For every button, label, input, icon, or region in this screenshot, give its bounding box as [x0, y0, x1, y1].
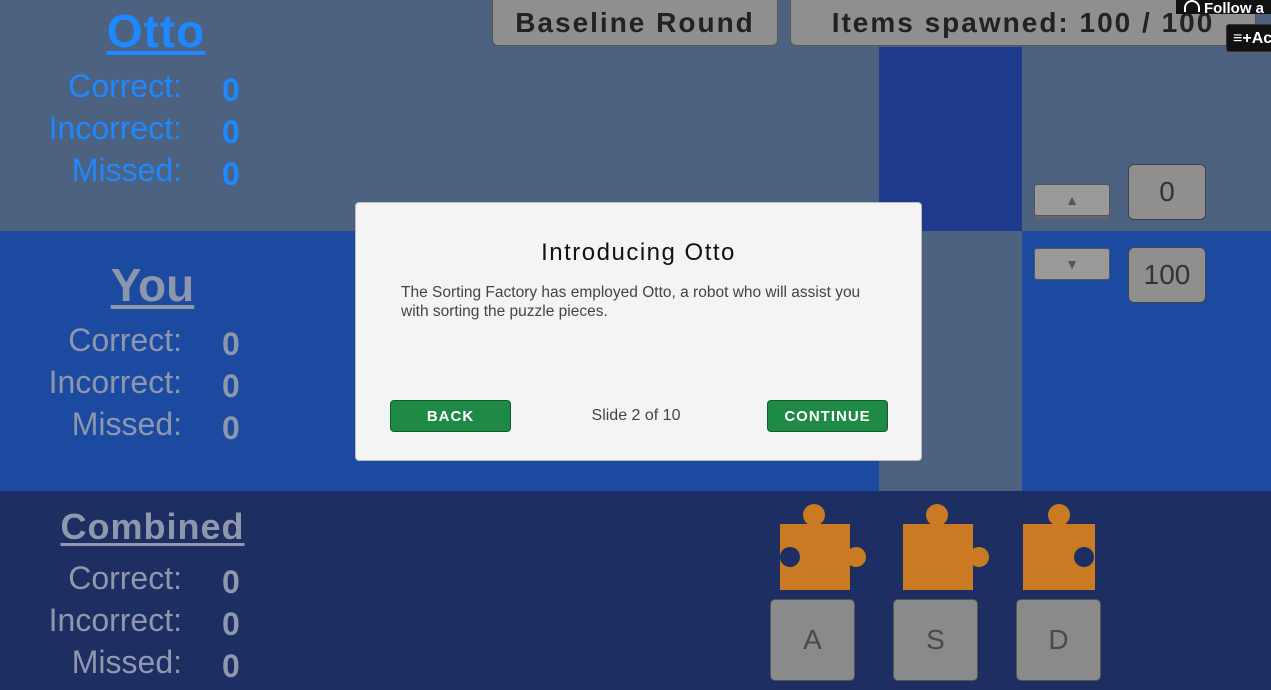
incorrect-count: 0 [222, 114, 240, 150]
modal-title: Introducing Otto [541, 239, 736, 266]
chevron-down-icon: ▼ [1065, 256, 1079, 272]
correct-label: Correct: [68, 560, 182, 596]
incorrect-count: 0 [222, 368, 240, 404]
follow-button[interactable]: Follow a [1176, 0, 1271, 14]
intro-modal: Introducing Otto The Sorting Factory has… [355, 202, 922, 461]
otto-title: Otto [106, 5, 206, 57]
puzzle-piece-s-icon [903, 504, 989, 590]
correct-count: 0 [222, 326, 240, 362]
you-stats: You Correct: 0 Incorrect: 0 Missed: 0 [0, 258, 310, 448]
missed-label: Missed: [71, 152, 182, 188]
max-value-box: 100 [1128, 247, 1206, 303]
you-title: You [110, 259, 195, 311]
decrease-button[interactable]: ▼ [1034, 248, 1110, 280]
correct-label: Correct: [68, 322, 182, 358]
combined-stats: Combined Correct: 0 Incorrect: 0 Missed: 0 [0, 506, 310, 686]
otto-stats: Otto Correct: 0 Incorrect: 0 Missed: 0 [0, 4, 310, 194]
missed-count: 0 [222, 156, 240, 192]
incorrect-label: Incorrect: [48, 602, 182, 638]
puzzle-piece-a-icon [780, 504, 866, 590]
chevron-up-icon: ▲ [1065, 192, 1079, 208]
min-value-box: 0 [1128, 164, 1206, 220]
correct-count: 0 [222, 72, 240, 108]
missed-label: Missed: [71, 406, 182, 442]
playlist-add-icon: ≡+ [1233, 30, 1252, 47]
follow-label: Follow a [1204, 0, 1264, 14]
incorrect-label: Incorrect: [48, 110, 182, 146]
missed-label: Missed: [71, 644, 182, 680]
combined-title: Combined [60, 506, 245, 547]
increase-button[interactable]: ▲ [1034, 184, 1110, 216]
key-a-button[interactable]: A [770, 599, 855, 681]
incorrect-label: Incorrect: [48, 364, 182, 400]
missed-count: 0 [222, 410, 240, 446]
correct-label: Correct: [68, 68, 182, 104]
add-to-playlist-button[interactable]: ≡+Ac [1226, 24, 1271, 52]
round-label: Baseline Round [492, 0, 778, 46]
modal-body: The Sorting Factory has employed Otto, a… [401, 284, 861, 320]
incorrect-count: 0 [222, 606, 240, 642]
add-label: Ac [1251, 30, 1271, 47]
continue-button[interactable]: CONTINUE [767, 400, 888, 432]
correct-count: 0 [222, 564, 240, 600]
user-icon [1184, 0, 1200, 12]
key-s-button[interactable]: S [893, 599, 978, 681]
puzzle-piece-d-icon [1023, 504, 1095, 590]
missed-count: 0 [222, 648, 240, 684]
key-d-button[interactable]: D [1016, 599, 1101, 681]
